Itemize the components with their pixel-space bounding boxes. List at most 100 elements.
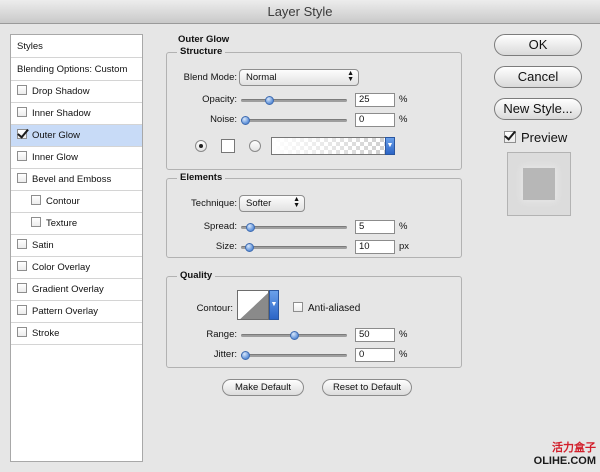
technique-value: Softer <box>246 198 272 209</box>
style-item-checkbox[interactable] <box>17 283 27 293</box>
contour-preview[interactable] <box>237 290 269 320</box>
blend-mode-select[interactable]: Normal ▲ ▼ <box>239 69 359 86</box>
structure-title: Structure <box>177 46 226 57</box>
style-item-label: Outer Glow <box>32 130 81 141</box>
style-item-drop-shadow[interactable]: Drop Shadow <box>11 81 142 103</box>
style-item-texture[interactable]: Texture <box>11 213 142 235</box>
styles-header[interactable]: Styles <box>11 35 142 58</box>
noise-field[interactable]: 0 <box>355 113 395 127</box>
cancel-button[interactable]: Cancel <box>494 66 582 88</box>
range-slider[interactable] <box>241 331 347 340</box>
watermark-en: OLIHE.COM <box>533 455 596 467</box>
anti-aliased-checkbox[interactable]: Anti-aliased <box>293 302 360 314</box>
style-preview <box>507 152 571 216</box>
range-field[interactable]: 50 <box>355 328 395 342</box>
spread-slider[interactable] <box>241 223 347 232</box>
style-item-checkbox[interactable] <box>17 151 27 161</box>
style-item-label: Inner Glow <box>32 152 78 163</box>
jitter-label: Jitter: <box>213 349 237 360</box>
noise-slider-thumb[interactable] <box>241 116 250 125</box>
preview-checkbox[interactable]: Preview <box>504 130 567 145</box>
opacity-slider-thumb[interactable] <box>265 96 274 105</box>
spread-field[interactable]: 5 <box>355 220 395 234</box>
blending-options-item[interactable]: Blending Options: Custom <box>11 58 142 81</box>
color-fill-radio[interactable] <box>195 140 207 152</box>
gradient-fill-radio[interactable] <box>249 140 261 152</box>
range-unit: % <box>399 329 408 340</box>
style-item-label: Gradient Overlay <box>32 284 104 295</box>
window-titlebar: Layer Style <box>0 0 600 24</box>
style-item-checkbox[interactable] <box>31 195 41 205</box>
jitter-unit: % <box>399 349 408 360</box>
style-item-pattern-overlay[interactable]: Pattern Overlay <box>11 301 142 323</box>
style-item-checkbox[interactable] <box>17 129 27 139</box>
style-item-checkbox[interactable] <box>17 261 27 271</box>
style-item-label: Drop Shadow <box>32 86 90 97</box>
spread-label: Spread: <box>203 221 237 232</box>
range-slider-thumb[interactable] <box>290 331 299 340</box>
window-title: Layer Style <box>267 4 333 19</box>
elements-title: Elements <box>177 172 226 183</box>
size-label: Size: <box>215 241 237 252</box>
select-arrows-icon: ▲ ▼ <box>293 196 300 209</box>
contour-curve-icon <box>238 291 268 319</box>
gradient-dropdown-icon[interactable]: ▼ <box>385 137 395 155</box>
style-item-checkbox[interactable] <box>17 239 27 249</box>
style-item-checkbox[interactable] <box>17 85 27 95</box>
size-field[interactable]: 10 <box>355 240 395 254</box>
watermark-cn: 活力盒子 <box>552 442 596 454</box>
outer-glow-panel: Outer Glow Structure Blend Mode: Normal … <box>160 34 478 462</box>
style-item-gradient-overlay[interactable]: Gradient Overlay <box>11 279 142 301</box>
spread-slider-thumb[interactable] <box>246 223 255 232</box>
noise-label: Noise: <box>210 114 237 125</box>
style-item-stroke[interactable]: Stroke <box>11 323 142 345</box>
panel-title: Outer Glow <box>178 34 230 45</box>
size-unit: px <box>399 241 410 252</box>
contour-dropdown-icon[interactable]: ▼ <box>269 290 279 320</box>
style-item-checkbox[interactable] <box>17 173 27 183</box>
jitter-field[interactable]: 0 <box>355 348 395 362</box>
structure-group: Structure Blend Mode: Normal ▲ ▼ Opacity:… <box>166 46 462 170</box>
ok-button[interactable]: OK <box>494 34 582 56</box>
style-item-contour[interactable]: Contour <box>11 191 142 213</box>
style-item-inner-glow[interactable]: Inner Glow <box>11 147 142 169</box>
opacity-field[interactable]: 25 <box>355 93 395 107</box>
style-item-label: Texture <box>46 218 78 229</box>
jitter-slider[interactable] <box>241 351 347 360</box>
style-item-outer-glow[interactable]: Outer Glow <box>11 125 142 147</box>
spread-unit: % <box>399 221 408 232</box>
style-item-label: Inner Shadow <box>32 108 91 119</box>
opacity-slider[interactable] <box>241 96 347 105</box>
style-item-checkbox[interactable] <box>17 305 27 315</box>
style-item-checkbox[interactable] <box>17 327 27 337</box>
style-item-color-overlay[interactable]: Color Overlay <box>11 257 142 279</box>
new-style-button[interactable]: New Style... <box>494 98 582 120</box>
quality-group: Quality Contour: ▼ Anti-aliased Range: 5… <box>166 270 462 368</box>
opacity-label: Opacity: <box>202 94 237 105</box>
technique-label: Technique: <box>191 198 237 209</box>
elements-group: Elements Technique: Softer ▲ ▼ Spread: 5 … <box>166 172 462 258</box>
style-item-checkbox[interactable] <box>31 217 41 227</box>
watermark-logo: 活力盒子 OLIHE.COM <box>528 442 596 468</box>
size-slider-thumb[interactable] <box>245 243 254 252</box>
glow-color-swatch[interactable] <box>221 139 235 153</box>
anti-aliased-label: Anti-aliased <box>308 303 361 314</box>
style-item-inner-shadow[interactable]: Inner Shadow <box>11 103 142 125</box>
make-default-button[interactable]: Make Default <box>222 379 304 396</box>
style-item-checkbox[interactable] <box>17 107 27 117</box>
jitter-slider-thumb[interactable] <box>241 351 250 360</box>
technique-select[interactable]: Softer ▲ ▼ <box>239 195 305 212</box>
preview-checkbox-box[interactable] <box>504 131 516 143</box>
opacity-unit: % <box>399 94 408 105</box>
noise-slider[interactable] <box>241 116 347 125</box>
blend-mode-label: Blend Mode: <box>183 72 237 83</box>
anti-aliased-box[interactable] <box>293 302 303 312</box>
glow-gradient-picker[interactable] <box>271 137 387 155</box>
style-item-satin[interactable]: Satin <box>11 235 142 257</box>
preview-label: Preview <box>521 130 568 145</box>
size-slider[interactable] <box>241 243 347 252</box>
styles-list: Styles Blending Options: Custom Drop Sha… <box>10 34 143 462</box>
style-item-bevel-and-emboss[interactable]: Bevel and Emboss <box>11 169 142 191</box>
reset-to-default-button[interactable]: Reset to Default <box>322 379 412 396</box>
style-item-label: Stroke <box>32 328 60 339</box>
